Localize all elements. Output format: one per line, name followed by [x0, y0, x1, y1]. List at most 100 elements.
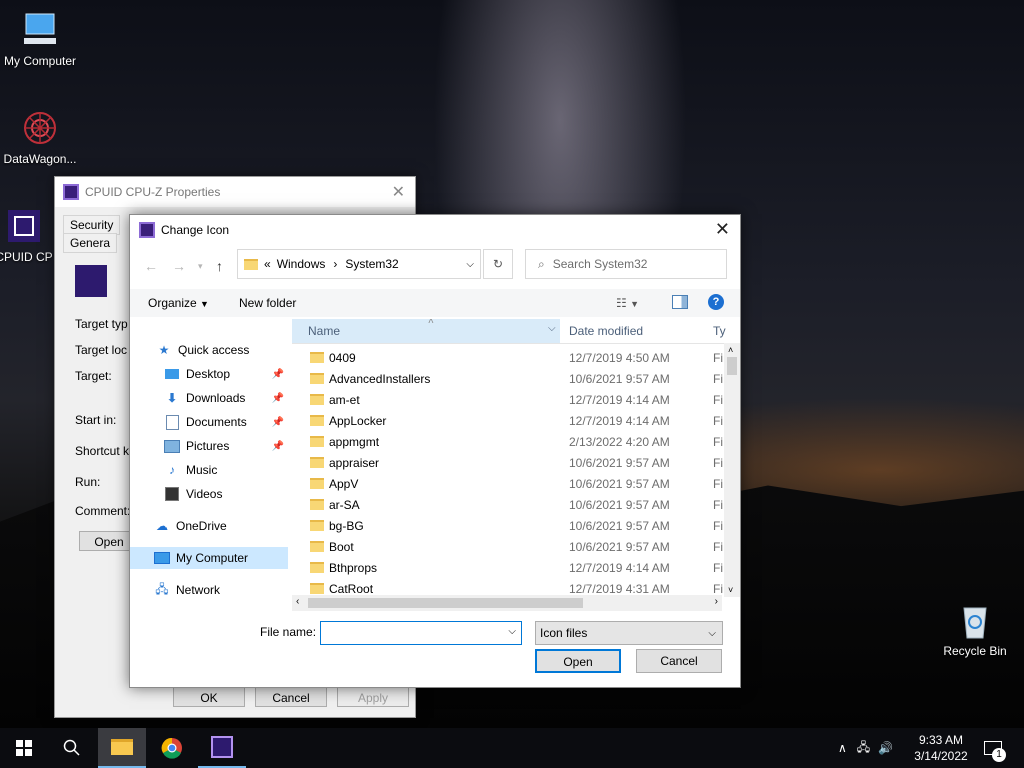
- pin-icon[interactable]: 📌: [272, 441, 284, 452]
- column-type-label[interactable]: Ty: [713, 324, 726, 338]
- recent-locations-chevron-icon[interactable]: ▾: [198, 261, 203, 272]
- nav-my-computer[interactable]: My Computer: [130, 547, 288, 569]
- nav-videos[interactable]: Videos: [130, 483, 288, 505]
- file-explorer-icon: [111, 739, 133, 755]
- desktop-icon-my-computer[interactable]: My Computer: [0, 10, 80, 68]
- back-arrow-icon[interactable]: ←: [144, 258, 158, 274]
- nav-quick-access[interactable]: ★ Quick access: [130, 339, 288, 361]
- refresh-icon[interactable]: ↻: [483, 249, 513, 279]
- table-row[interactable]: Bthprops 12/7/2019 4:14 AM Fi: [292, 557, 724, 578]
- taskbar-chrome[interactable]: [148, 728, 196, 768]
- document-icon: [164, 414, 180, 430]
- horizontal-scroll-thumb[interactable]: [308, 598, 583, 608]
- tab-general[interactable]: Genera: [63, 233, 118, 253]
- scroll-right-icon[interactable]: ›: [715, 596, 718, 607]
- table-row[interactable]: AppV 10/6/2021 9:57 AM Fi: [292, 473, 724, 494]
- folder-icon: [310, 373, 324, 384]
- file-type: Fi: [713, 519, 723, 533]
- address-bar[interactable]: « Windows › System32 ⌵: [237, 249, 481, 279]
- nav-network[interactable]: 🖧 Network: [130, 579, 288, 601]
- chevron-down-icon[interactable]: ⌵: [466, 259, 474, 270]
- desktop-icon-label: Recycle Bin: [943, 644, 1007, 658]
- table-row[interactable]: AdvancedInstallers 10/6/2021 9:57 AM Fi: [292, 368, 724, 389]
- forward-arrow-icon[interactable]: →: [172, 258, 186, 274]
- start-button[interactable]: [0, 728, 48, 768]
- horizontal-scrollbar[interactable]: ‹ ›: [292, 595, 722, 611]
- scroll-up-icon[interactable]: ˄: [728, 345, 733, 355]
- view-options-icon[interactable]: ☷ ▼: [616, 296, 639, 310]
- vertical-scrollbar[interactable]: ˄ ˅: [724, 343, 740, 597]
- column-date-label[interactable]: Date modified: [569, 324, 643, 338]
- table-row[interactable]: appraiser 10/6/2021 9:57 AM Fi: [292, 452, 724, 473]
- tab-security[interactable]: Security: [63, 215, 121, 235]
- nav-onedrive[interactable]: ☁ OneDrive: [130, 515, 288, 537]
- chevron-up-icon[interactable]: ∧: [838, 741, 847, 755]
- breadcrumb-system32[interactable]: System32: [345, 257, 398, 271]
- close-icon[interactable]: ✕: [392, 182, 405, 202]
- new-folder-button[interactable]: New folder: [239, 296, 296, 310]
- volume-icon[interactable]: 🔊: [878, 741, 893, 755]
- chevron-down-icon[interactable]: ⌵: [548, 323, 556, 334]
- desktop-icon-cpuid[interactable]: CPUID CP: [0, 206, 54, 264]
- breadcrumb-overflow[interactable]: «: [264, 257, 271, 271]
- download-icon: ⬇: [166, 391, 178, 405]
- file-date: 10/6/2021 9:57 AM: [569, 477, 670, 491]
- table-row[interactable]: AppLocker 12/7/2019 4:14 AM Fi: [292, 410, 724, 431]
- file-type-select[interactable]: Icon files ⌵: [535, 621, 723, 645]
- cancel-button[interactable]: Cancel: [255, 687, 327, 707]
- folder-icon: [310, 541, 324, 552]
- navigation-bar: ← → ▾ ↑ « Windows › System32 ⌵ ↻ ⌕ Searc…: [130, 249, 740, 283]
- taskbar-file-explorer[interactable]: [98, 728, 146, 768]
- preview-pane-icon[interactable]: [672, 295, 688, 309]
- folder-icon: [310, 352, 324, 363]
- open-button[interactable]: Open: [535, 649, 621, 673]
- breadcrumb-windows[interactable]: Windows: [277, 257, 326, 271]
- folder-icon: [310, 457, 324, 468]
- network-status-icon[interactable]: 🖧: [857, 738, 870, 759]
- organize-label: Organize: [148, 296, 197, 310]
- scroll-left-icon[interactable]: ‹: [296, 596, 299, 607]
- file-date: 10/6/2021 9:57 AM: [569, 519, 670, 533]
- desktop-icon-datawagon[interactable]: DataWagon...: [0, 108, 80, 166]
- label-run: Run:: [75, 475, 101, 489]
- pin-icon[interactable]: 📌: [272, 369, 284, 380]
- table-row[interactable]: ar-SA 10/6/2021 9:57 AM Fi: [292, 494, 724, 515]
- up-arrow-icon[interactable]: ↑: [216, 258, 223, 274]
- nav-desktop[interactable]: Desktop 📌: [130, 363, 288, 385]
- properties-titlebar[interactable]: CPUID CPU-Z Properties ✕: [55, 177, 415, 207]
- taskbar-cpuid[interactable]: [198, 728, 246, 768]
- folder-icon: [244, 258, 258, 270]
- table-row[interactable]: bg-BG 10/6/2021 9:57 AM Fi: [292, 515, 724, 536]
- nav-documents[interactable]: Documents 📌: [130, 411, 288, 433]
- desktop-icon-recycle-bin[interactable]: Recycle Bin: [935, 600, 1015, 658]
- pin-icon[interactable]: 📌: [272, 417, 284, 428]
- dialog-titlebar[interactable]: Change Icon ✕: [130, 215, 740, 245]
- ok-button[interactable]: OK: [173, 687, 245, 707]
- table-row[interactable]: appmgmt 2/13/2022 4:20 AM Fi: [292, 431, 724, 452]
- nav-music[interactable]: ♪ Music: [130, 459, 288, 481]
- scroll-thumb[interactable]: [727, 357, 737, 375]
- nav-pictures[interactable]: Pictures 📌: [130, 435, 288, 457]
- file-name-input[interactable]: ⌵: [320, 621, 522, 645]
- nav-downloads[interactable]: ⬇ Downloads 📌: [130, 387, 288, 409]
- nav-label: OneDrive: [176, 519, 227, 533]
- pin-icon[interactable]: 📌: [272, 393, 284, 404]
- file-name: appmgmt: [329, 435, 380, 449]
- action-center-button[interactable]: 1: [984, 728, 1006, 768]
- search-box[interactable]: ⌕ Search System32: [525, 249, 727, 279]
- table-row[interactable]: am-et 12/7/2019 4:14 AM Fi: [292, 389, 724, 410]
- cancel-button[interactable]: Cancel: [636, 649, 722, 673]
- search-placeholder: Search System32: [552, 257, 648, 271]
- file-type: Fi: [713, 582, 723, 596]
- organize-button[interactable]: Organize ▼: [148, 296, 209, 310]
- close-icon[interactable]: ✕: [715, 219, 730, 240]
- table-row[interactable]: Boot 10/6/2021 9:57 AM Fi: [292, 536, 724, 557]
- clock[interactable]: 9:33 AM 3/14/2022: [912, 728, 970, 768]
- chevron-down-icon[interactable]: ⌵: [508, 626, 516, 637]
- help-icon[interactable]: ?: [708, 294, 724, 310]
- file-date: 10/6/2021 9:57 AM: [569, 498, 670, 512]
- scroll-down-icon[interactable]: ˅: [728, 585, 733, 595]
- table-row[interactable]: 0409 12/7/2019 4:50 AM Fi: [292, 347, 724, 368]
- search-button[interactable]: [48, 728, 96, 768]
- file-date: 12/7/2019 4:14 AM: [569, 414, 670, 428]
